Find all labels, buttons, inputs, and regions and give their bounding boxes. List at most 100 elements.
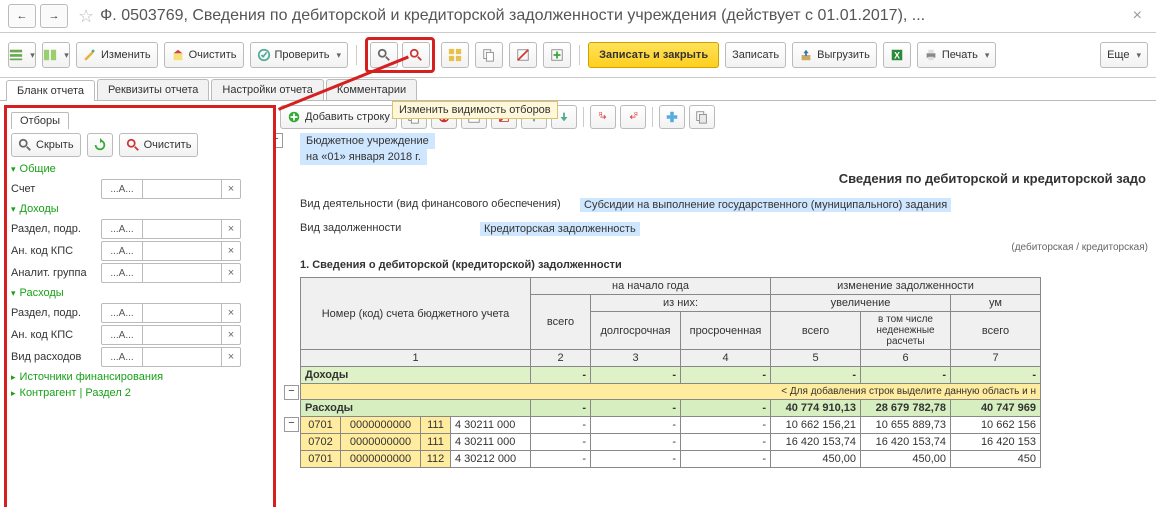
filter-group-Доходы[interactable]: ▾ Доходы [11,201,269,217]
expand-exp-icon[interactable]: − [284,417,299,432]
tab-req[interactable]: Реквизиты отчета [97,79,209,100]
filter-label: Аналит. группа [11,267,101,279]
clear-field-icon[interactable]: × [222,263,241,283]
ct-btn-7[interactable]: Я [590,105,616,129]
filter-group-Источники финансирования[interactable]: ▸ Источники финансирования [11,369,269,385]
refresh-button[interactable] [87,133,113,157]
cancel-red-button[interactable] [509,42,537,68]
cn1: 1 [301,350,531,367]
filter-input[interactable]: ...А...× [101,219,241,239]
filter-group-Общие[interactable]: ▾ Общие [11,161,269,177]
ct-btn-9[interactable] [659,105,685,129]
filter-label: Счет [11,183,101,195]
separator [579,45,580,65]
separator [652,107,653,127]
print-button[interactable]: Печать [917,42,997,68]
expand-inc-icon[interactable]: − [284,385,299,400]
th-vsego3: всего [951,312,1041,350]
table-row[interactable]: 070100000000001124 30212 000---450,00450… [301,451,1041,468]
table-row[interactable]: 070100000000001114 30211 000---10 662 15… [301,417,1041,434]
filter-input[interactable]: ...А...× [101,347,241,367]
th-vsego2: всего [771,312,861,350]
cn6: 6 [861,350,951,367]
nav-back-button[interactable]: ← [8,4,36,28]
add-row-button[interactable]: Добавить строку [280,105,397,129]
ct-btn-10[interactable] [689,105,715,129]
category-expense-row[interactable]: Расходы---40 774 910,1328 679 782,7840 7… [301,400,1041,417]
clear-field-icon[interactable]: × [222,347,241,367]
th-vsego1: всего [531,295,591,350]
filter-label: Ан. код КПС [11,245,101,257]
edit-button[interactable]: Изменить [76,42,158,68]
org-name: Бюджетное учреждение [300,133,435,149]
activity-label: Вид деятельности (вид финансового обеспе… [300,198,580,212]
view1-button[interactable] [8,42,36,68]
collapse-icon[interactable]: − [276,133,283,148]
th-dec: ум [951,295,1041,312]
write-close-button[interactable]: Записать и закрыть [588,42,719,68]
clear-filters-button[interactable]: Очистить [119,133,199,157]
th-code: Номер (код) счета бюджетного учета [301,278,531,350]
clear-button[interactable]: Очистить [164,42,244,68]
hide-filters-button[interactable]: Скрыть [11,133,81,157]
view2-button[interactable] [42,42,70,68]
doc-title: Сведения по дебиторской и кредиторской з… [300,165,1148,192]
upload-button[interactable]: Выгрузить [792,42,877,68]
debt-label: Вид задолженности [300,222,480,236]
filter-input[interactable]: ...А...× [101,179,241,199]
clear-label: Очистить [189,49,237,61]
debt-note: (дебиторская / кредиторская) [300,242,1148,253]
clear-field-icon[interactable]: × [222,303,241,323]
filter-label: Ан. код КПС [11,329,101,341]
doc-date: на «01» января 2018 г. [300,149,427,165]
table-row[interactable]: 070200000000001114 30211 000---16 420 15… [301,434,1041,451]
filters-tab[interactable]: Отборы [11,112,69,129]
edit-label: Изменить [101,49,151,61]
th-inc: увеличение [771,295,951,312]
tooltip: Изменить видимость отборов [392,101,558,119]
th-long: долгосрочная [591,312,681,350]
filters-panel: Отборы Скрыть Очистить ▾ ОбщиеСчет...А..… [4,105,276,507]
category-income-row[interactable]: Доходы------ [301,367,1041,384]
filter-label: Раздел, подр. [11,307,101,319]
filter-label: Раздел, подр. [11,223,101,235]
clear-field-icon[interactable]: × [222,325,241,345]
cn7: 7 [951,350,1041,367]
activity-value: Субсидии на выполнение государственного … [580,198,951,212]
clear-filters-label: Очистить [144,139,192,151]
filter-group-Расходы[interactable]: ▾ Расходы [11,285,269,301]
add-row-label: Добавить строку [305,111,390,123]
filter-input[interactable]: ...А...× [101,263,241,283]
debt-value: Кредиторская задолженность [480,222,640,236]
filter-group-Контрагент | Раздел 2[interactable]: ▸ Контрагент | Раздел 2 [11,385,269,401]
clear-field-icon[interactable]: × [222,219,241,239]
add-hint-row[interactable]: < Для добавления строк выделите данную о… [301,384,1041,400]
more-button[interactable]: Еще [1100,42,1148,68]
filter-input[interactable]: ...А...× [101,325,241,345]
th-change: изменение задолженности [771,278,1041,295]
filter-label: Вид расходов [11,351,101,363]
filter-input[interactable]: ...А...× [101,303,241,323]
data-table: Номер (код) счета бюджетного учетана нач… [300,277,1041,468]
tab-blank[interactable]: Бланк отчета [6,80,95,101]
favorite-icon[interactable]: ☆ [78,6,94,27]
cn3: 3 [591,350,681,367]
check-button[interactable]: Проверить [250,42,349,68]
close-icon[interactable]: × [1127,7,1148,25]
clear-field-icon[interactable]: × [222,241,241,261]
th-of: из них: [591,295,771,312]
nav-fwd-button[interactable]: → [40,4,68,28]
excel-button[interactable]: X [883,42,911,68]
print-label: Печать [942,49,978,61]
add-green-button[interactable] [543,42,571,68]
copy-button[interactable] [475,42,503,68]
section-title: 1. Сведения о дебиторской (кредиторской)… [300,259,1148,271]
write-button[interactable]: Записать [725,42,786,68]
ct-btn-8[interactable]: Я [620,105,646,129]
th-nn: в том числе неденежные расчеты [861,312,951,350]
layout1-button[interactable] [441,42,469,68]
filter-input[interactable]: ...А...× [101,241,241,261]
cn4: 4 [681,350,771,367]
clear-field-icon[interactable]: × [222,179,241,199]
hide-label: Скрыть [36,139,74,151]
